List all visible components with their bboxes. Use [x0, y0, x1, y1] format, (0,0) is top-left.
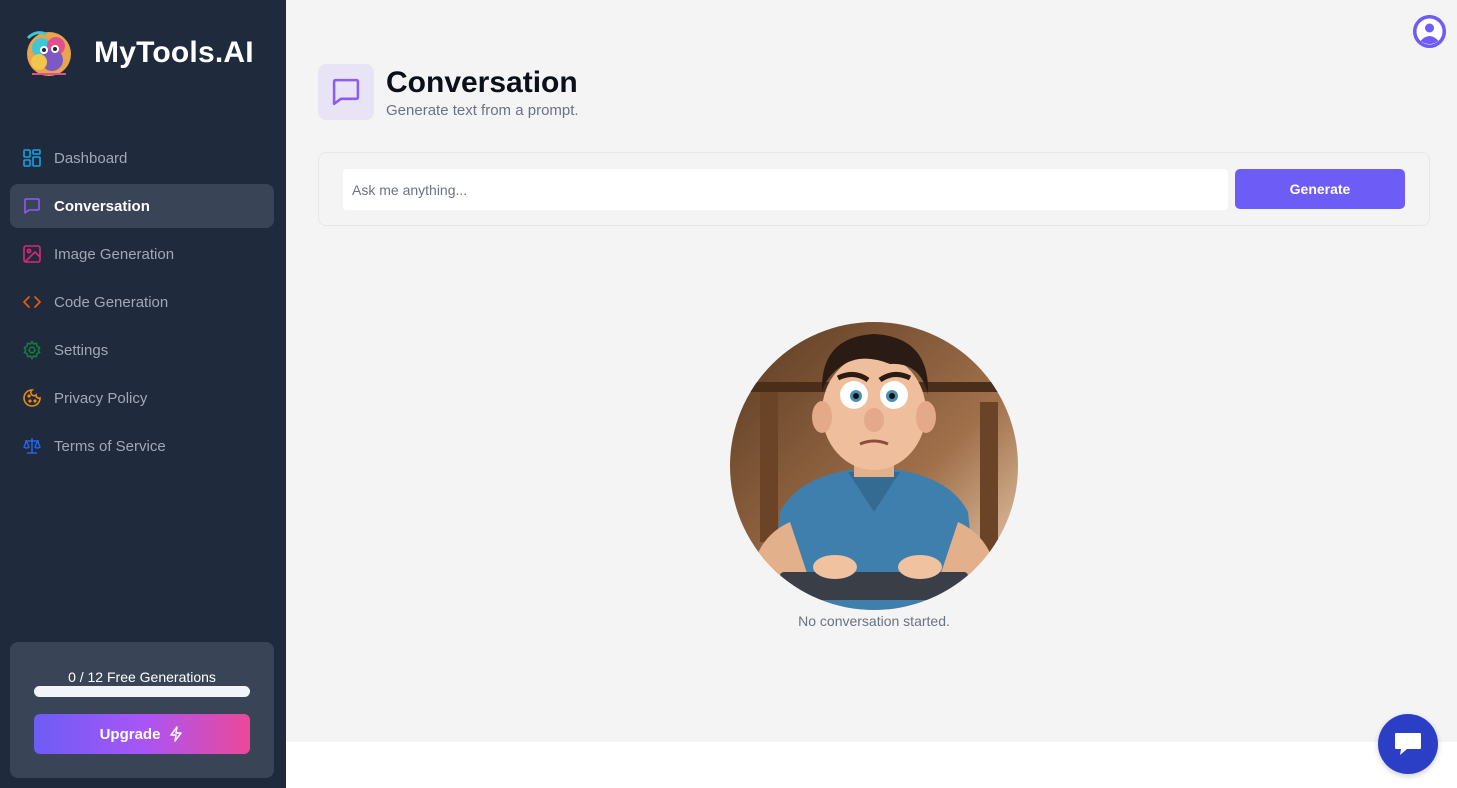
generate-button[interactable]: Generate: [1235, 169, 1405, 209]
sidebar-item-label: Code Generation: [54, 293, 169, 311]
page-subtitle: Generate text from a prompt.: [386, 102, 579, 119]
free-generations-card: 0 / 12 Free Generations Upgrade: [10, 642, 274, 778]
main-content: Conversation Generate text from a prompt…: [286, 0, 1457, 742]
sidebar-item-settings[interactable]: Settings: [10, 328, 274, 372]
sidebar-item-label: Conversation: [54, 197, 150, 215]
free-generations-progress: [34, 686, 250, 697]
image-icon: [22, 244, 42, 264]
brand-logo-icon: [22, 26, 76, 80]
scale-icon: [22, 436, 42, 456]
sidebar: MyTools.AI Dashboard Conversation Image …: [0, 0, 286, 788]
gear-icon: [22, 340, 42, 360]
dashboard-grid-icon: [22, 148, 42, 168]
sidebar-item-label: Dashboard: [54, 149, 128, 167]
sidebar-item-terms-of-service[interactable]: Terms of Service: [10, 424, 274, 468]
message-square-icon: [318, 64, 374, 120]
chat-bubble-icon: [1395, 733, 1421, 755]
sidebar-item-privacy-policy[interactable]: Privacy Policy: [10, 376, 274, 420]
upgrade-label: Upgrade: [99, 725, 161, 743]
message-square-icon: [22, 196, 42, 216]
user-avatar[interactable]: [1413, 15, 1446, 48]
code-icon: [22, 292, 42, 312]
prompt-form: Generate: [318, 152, 1430, 226]
sidebar-item-image-generation[interactable]: Image Generation: [10, 232, 274, 276]
chat-widget-button[interactable]: [1378, 714, 1438, 774]
sidebar-item-label: Terms of Service: [54, 437, 166, 455]
brand[interactable]: MyTools.AI: [22, 26, 254, 80]
page-title: Conversation: [386, 66, 578, 99]
sidebar-item-code-generation[interactable]: Code Generation: [10, 280, 274, 324]
empty-state-illustration: [730, 322, 1018, 610]
sidebar-item-dashboard[interactable]: Dashboard: [10, 136, 274, 180]
sidebar-item-conversation[interactable]: Conversation: [10, 184, 274, 228]
prompt-input[interactable]: [343, 169, 1228, 210]
sidebar-nav: Dashboard Conversation Image Generation: [10, 136, 274, 472]
sidebar-item-label: Privacy Policy: [54, 389, 148, 407]
upgrade-button[interactable]: Upgrade: [34, 714, 250, 754]
cookie-icon: [22, 388, 42, 408]
empty-state-text: No conversation started.: [798, 613, 950, 629]
sidebar-item-label: Image Generation: [54, 245, 175, 263]
brand-name: MyTools.AI: [94, 36, 254, 69]
free-generations-counter: 0 / 12 Free Generations: [68, 669, 216, 685]
page-header: Conversation Generate text from a prompt…: [318, 64, 579, 120]
sidebar-item-label: Settings: [54, 341, 109, 359]
zap-icon: [170, 726, 183, 742]
